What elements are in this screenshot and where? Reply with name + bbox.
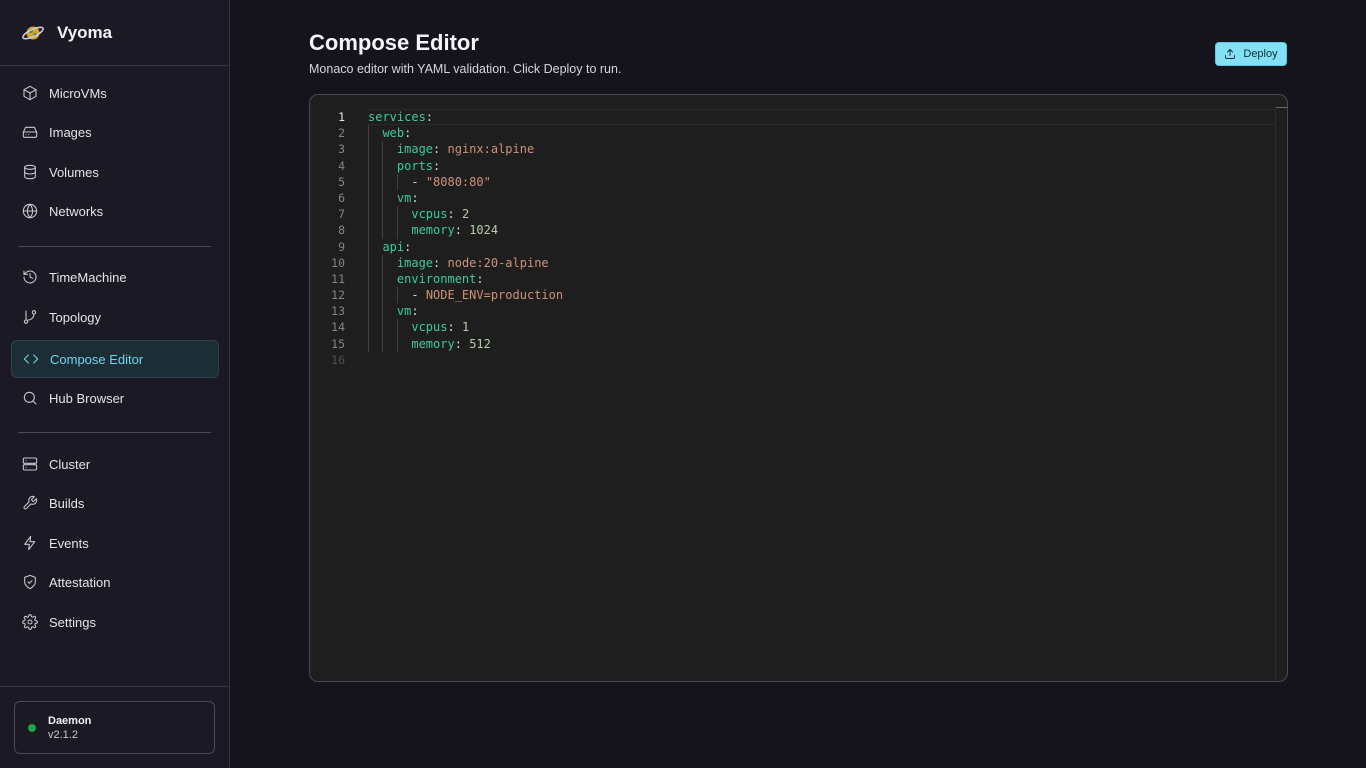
globe-icon	[21, 202, 39, 220]
code-icon	[22, 350, 40, 368]
editor-scrollbar[interactable]	[1275, 107, 1276, 679]
line-number: 11	[331, 271, 345, 286]
code-text: image: nginx:alpine	[396, 142, 535, 157]
sidebar-item-label: Networks	[49, 203, 104, 219]
line-number: 2	[338, 126, 345, 141]
page-subtitle: Monaco editor with YAML validation. Clic…	[309, 62, 622, 76]
sidebar-item-attestation[interactable]: Attestation	[11, 563, 219, 601]
sidebar: Vyoma MicroVMs Images Volumes Networks T…	[0, 0, 230, 768]
app-name: Vyoma	[57, 22, 113, 42]
code-text: services:	[368, 110, 434, 124]
sidebar-item-events[interactable]: Events	[11, 524, 219, 562]
line-number: 10	[331, 255, 345, 270]
line-number: 6	[338, 190, 345, 205]
sidebar-item-label: MicroVMs	[49, 85, 107, 101]
sidebar-item-label: Builds	[49, 495, 85, 511]
deploy-button[interactable]: Deploy	[1215, 42, 1287, 66]
sidebar-item-microvms[interactable]: MicroVMs	[11, 74, 219, 112]
code-editor[interactable]: 1 services: 2 web: 3 image: nginx:alpine 4 p…	[309, 94, 1288, 682]
sidebar-item-volumes[interactable]: Volumes	[11, 153, 219, 191]
sidebar-item-label: Attestation	[49, 574, 111, 590]
app-root: Vyoma MicroVMs Images Volumes Networks T…	[0, 0, 1366, 768]
sidebar-item-label: Volumes	[49, 164, 99, 180]
sidebar-item-builds[interactable]: Builds	[11, 484, 219, 522]
sidebar-item-hub-browser[interactable]: Hub Browser	[11, 379, 219, 417]
current-line-highlight	[368, 109, 1275, 125]
code-text: web:	[382, 126, 412, 141]
lightning-icon	[21, 534, 39, 552]
line-number: 7	[338, 207, 345, 222]
git-branch-icon	[21, 308, 39, 326]
line-number: 8	[338, 223, 345, 238]
page-title: Compose Editor	[309, 30, 479, 55]
code-text: ports:	[396, 158, 441, 173]
drive-icon	[21, 123, 39, 141]
line-number: 14	[331, 320, 345, 335]
gear-icon	[21, 613, 39, 631]
shield-check-icon	[21, 573, 39, 591]
sidebar-item-images[interactable]: Images	[11, 113, 219, 151]
sidebar-item-label: Settings	[49, 614, 96, 630]
daemon-name: Daemon	[48, 715, 92, 727]
sidebar-item-label: Hub Browser	[49, 390, 125, 406]
code-text: memory: 512	[411, 336, 491, 351]
code-text: image: node:20-alpine	[396, 255, 549, 270]
sidebar-item-cluster[interactable]: Cluster	[11, 445, 219, 483]
sidebar-item-networks[interactable]: Networks	[11, 192, 219, 230]
code-text: vcpus: 1	[411, 320, 470, 335]
line-number: 4	[338, 158, 345, 173]
history-icon	[21, 268, 39, 286]
code-text: environment:	[396, 271, 484, 286]
database-icon	[21, 163, 39, 181]
overview-ruler-cap	[1276, 107, 1287, 108]
line-number: 9	[338, 239, 345, 254]
sidebar-item-label: Cluster	[49, 456, 91, 472]
sidebar-item-topology[interactable]: Topology	[11, 298, 219, 336]
code-text: vcpus: 2	[411, 207, 470, 222]
server-icon	[21, 455, 39, 473]
line-number: 13	[331, 304, 345, 319]
code-text: memory: 1024	[411, 223, 499, 238]
code-text: api:	[382, 239, 412, 254]
cube-icon	[21, 84, 39, 102]
sidebar-item-label: Topology	[49, 309, 102, 325]
sidebar-item-label: Events	[49, 535, 89, 551]
wrench-icon	[21, 494, 39, 512]
search-icon	[21, 389, 39, 407]
code-text: vm:	[396, 190, 419, 205]
upload-icon	[1225, 49, 1236, 59]
line-number: 16	[331, 352, 345, 367]
code-text: - "8080:80"	[411, 174, 491, 189]
brand[interactable]: Vyoma	[0, 0, 229, 66]
deploy-label: Deploy	[1243, 48, 1278, 60]
planet-icon	[20, 20, 46, 46]
sidebar-item-label: Compose Editor	[50, 351, 144, 367]
line-number: 15	[331, 336, 345, 351]
line-number: 3	[338, 142, 345, 157]
daemon-status-card[interactable]: Daemon v2.1.2	[14, 701, 215, 754]
line-number: 12	[331, 288, 345, 303]
sidebar-footer: Daemon v2.1.2	[0, 686, 229, 768]
daemon-version: v2.1.2	[48, 729, 78, 741]
line-number: 1	[338, 110, 345, 124]
line-number: 5	[338, 174, 345, 189]
nav-divider	[18, 432, 211, 433]
sidebar-item-compose-editor[interactable]: Compose Editor	[11, 340, 219, 378]
sidebar-item-label: Images	[49, 124, 92, 140]
code-text: vm:	[396, 304, 419, 319]
status-dot	[28, 724, 36, 732]
code-text: - NODE_ENV=production	[411, 288, 564, 303]
sidebar-item-timemachine[interactable]: TimeMachine	[11, 258, 219, 296]
sidebar-item-label: TimeMachine	[49, 269, 127, 285]
sidebar-item-settings[interactable]: Settings	[11, 603, 219, 641]
nav-divider	[18, 246, 211, 247]
